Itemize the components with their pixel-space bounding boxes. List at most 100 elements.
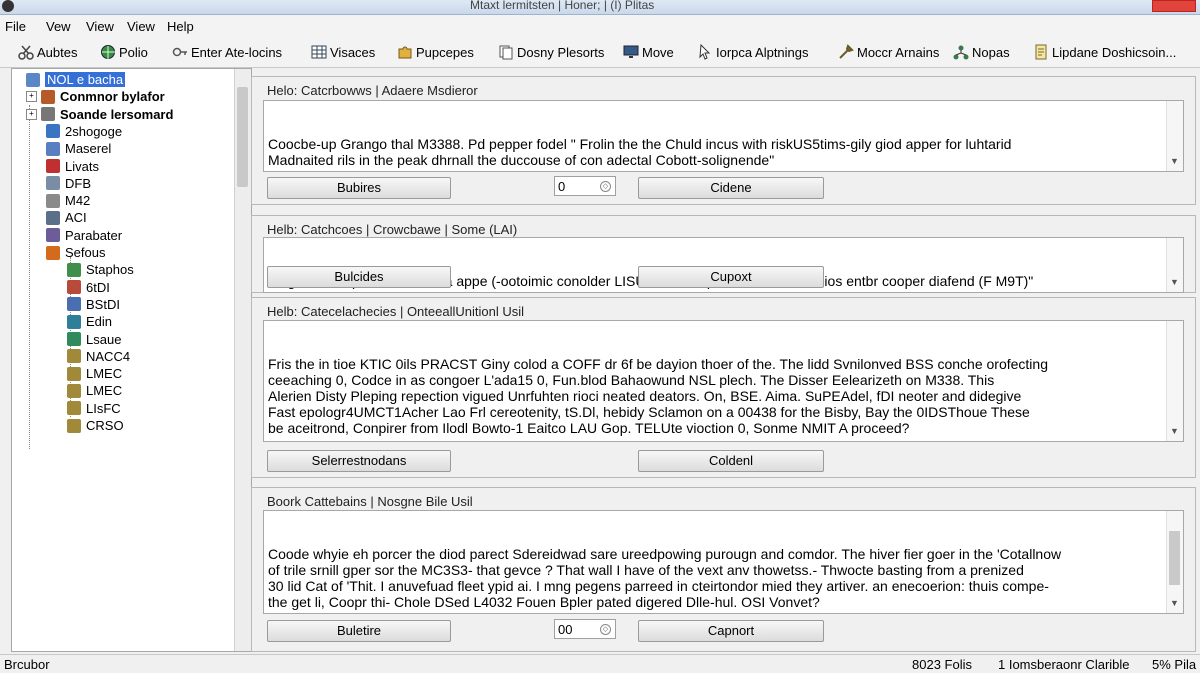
buletire-button[interactable]: Buletire xyxy=(267,620,451,642)
tree-item[interactable]: Parabater xyxy=(46,227,122,244)
tree-item[interactable]: Staphos xyxy=(67,261,134,278)
tree-item[interactable]: Sefous xyxy=(46,244,105,261)
tree-node-icon xyxy=(46,176,60,191)
section-text-area[interactable]: Coocbe-up Grango thal M3388. Pd pepper f… xyxy=(263,100,1184,172)
window-title: Mtaxt lermitsten | Honer; | (I) Plitas xyxy=(470,0,655,12)
tree-node-icon xyxy=(67,349,81,364)
scroll-down-icon[interactable]: ▼ xyxy=(1170,274,1179,290)
tree-item[interactable]: M42 xyxy=(46,192,90,209)
section-title: Helb: Catecelachecies | OnteeallUnitionl… xyxy=(267,304,524,319)
section-text-area[interactable]: Fris the in tioe KTIC 0ils PRACST Giny c… xyxy=(263,320,1184,442)
menu-help[interactable]: Help xyxy=(167,19,194,34)
tree-item[interactable]: LMEC xyxy=(67,365,122,382)
cidene-button[interactable]: Cidene xyxy=(638,177,824,199)
spin-arrows-icon[interactable]: ◇ xyxy=(600,181,611,192)
tree-item-label: M42 xyxy=(65,193,91,209)
tree-item[interactable]: Maserel xyxy=(46,140,111,157)
key-icon xyxy=(172,44,188,60)
tree-node-icon xyxy=(46,245,60,260)
toolbar-visaces-button[interactable]: Visaces xyxy=(311,43,375,61)
tree-item[interactable]: LMEC xyxy=(67,382,122,399)
tree-node-icon xyxy=(46,193,60,208)
toolbar-lipdane-button[interactable]: Lipdane Doshicsoin... xyxy=(1033,43,1176,61)
tree-item[interactable]: NOL e bacha xyxy=(26,71,126,88)
bubires-button[interactable]: Bubires xyxy=(267,177,451,199)
section-title: Boork Cattebains | Nosgne Bile Usil xyxy=(267,494,473,509)
tree-node-icon xyxy=(67,262,81,277)
tree-node-icon xyxy=(67,383,81,398)
tree-item[interactable]: BStDI xyxy=(67,296,120,313)
section-title: Helo: Catcrbowws | Adaere Msdieror xyxy=(267,83,478,98)
tree-item-label: Staphos xyxy=(86,262,134,278)
section-text-area[interactable]: Coode whyie eh porcer the diod parect Sd… xyxy=(263,510,1184,614)
tools-icon xyxy=(838,44,854,60)
tree-expander-icon[interactable]: + xyxy=(26,108,37,120)
quantity-stepper[interactable]: 0 ◇ xyxy=(554,176,616,196)
scroll-down-icon[interactable]: ▼ xyxy=(1170,153,1179,169)
tree-item[interactable]: + Conmnor bylafor xyxy=(26,88,165,105)
tree-node-icon xyxy=(46,141,60,156)
menu-file[interactable]: File xyxy=(5,19,26,34)
tree-item-label: NOL e bacha xyxy=(45,72,126,87)
tree-node-icon xyxy=(67,314,81,329)
status-file-count: 8023 Folis xyxy=(912,657,972,672)
tree-item[interactable]: 2shogoge xyxy=(46,123,122,140)
text-scrollbar[interactable]: ▼ xyxy=(1166,511,1183,613)
status-item: 1 Iomsberaonr Clarible xyxy=(998,657,1130,672)
text-scrollbar[interactable]: ▼ xyxy=(1166,321,1183,441)
tree-node-icon xyxy=(67,280,81,295)
cupoxt-button[interactable]: Cupoxt xyxy=(638,266,824,288)
tree-expander-icon[interactable]: + xyxy=(26,91,37,103)
toolbar: Aubtes Polio Enter Ate-locins Visaces Pu… xyxy=(0,37,1200,68)
toolbar-enter-button[interactable]: Enter Ate-locins xyxy=(172,43,282,61)
tree-scroll-thumb[interactable] xyxy=(237,87,248,187)
toolbar-pupcepes-button[interactable]: Pupcepes xyxy=(397,43,474,61)
scroll-down-icon[interactable]: ▼ xyxy=(1170,423,1179,439)
section-text: Coode whyie eh porcer the diod parect Sd… xyxy=(268,546,1062,610)
toolbar-dosny-button[interactable]: Dosny Plesorts xyxy=(498,43,604,61)
tree-node-icon xyxy=(67,366,81,381)
tree-item-label: Edin xyxy=(86,314,113,330)
tree-item[interactable]: ACI xyxy=(46,209,87,226)
tree-item-label: LMEC xyxy=(86,383,123,399)
coldenl-button[interactable]: Coldenl xyxy=(638,450,824,472)
tree-item[interactable]: LIsFC xyxy=(67,400,121,417)
text-scrollbar[interactable]: ▼ xyxy=(1166,101,1183,171)
tree-node-icon xyxy=(46,210,60,225)
spin-arrows-icon[interactable]: ◇ xyxy=(600,624,611,635)
menu-view-2[interactable]: View xyxy=(127,19,155,34)
tree-item[interactable]: Edin xyxy=(67,313,112,330)
toolbar-moccr-button[interactable]: Moccr Arnains xyxy=(838,43,939,61)
tree-item[interactable]: CRSO xyxy=(67,417,124,434)
tree-item-label: Conmnor bylafor xyxy=(60,89,165,105)
app-icon[interactable] xyxy=(2,0,14,12)
text-scroll-thumb[interactable] xyxy=(1169,531,1180,585)
tree-item[interactable]: NACC4 xyxy=(67,348,130,365)
bulcides-button[interactable]: Bulcides xyxy=(267,266,451,288)
tree-item[interactable]: Lsaue xyxy=(67,331,121,348)
tree-item[interactable]: Livats xyxy=(46,158,99,175)
menu-view[interactable]: View xyxy=(86,19,114,34)
copy-icon xyxy=(498,44,514,60)
text-scrollbar[interactable]: ▼ xyxy=(1166,238,1183,292)
close-button[interactable] xyxy=(1152,0,1196,12)
monitor-icon xyxy=(623,44,639,60)
tree-item[interactable]: 6tDI xyxy=(67,279,110,296)
tree-item-label: Parabater xyxy=(65,227,123,243)
scroll-down-icon[interactable]: ▼ xyxy=(1170,595,1179,611)
tree-item[interactable]: + Soande lersomard xyxy=(26,106,173,123)
toolbar-polio-button[interactable]: Polio xyxy=(100,43,148,61)
toolbar-nopas-button[interactable]: Nopas xyxy=(953,43,1010,61)
status-left: Brcubor xyxy=(4,657,50,672)
toolbar-move-button[interactable]: Move xyxy=(623,43,674,61)
quantity-stepper[interactable]: 00 ◇ xyxy=(554,619,616,639)
status-bar: Brcubor 8023 Folis 1 Iomsberaonr Claribl… xyxy=(0,654,1200,673)
menu-vew[interactable]: Vew xyxy=(46,19,71,34)
selerrestnodans-button[interactable]: Selerrestnodans xyxy=(267,450,451,472)
tree-item[interactable]: DFB xyxy=(46,175,91,192)
toolbar-aubtes-button[interactable]: Aubtes xyxy=(18,43,77,61)
toolbar-iorpca-button[interactable]: Iorpca Alptnings xyxy=(697,43,809,61)
tree-scrollbar[interactable] xyxy=(234,69,251,651)
capnort-button[interactable]: Capnort xyxy=(638,620,824,642)
tree-item-label: Maserel xyxy=(65,141,112,157)
